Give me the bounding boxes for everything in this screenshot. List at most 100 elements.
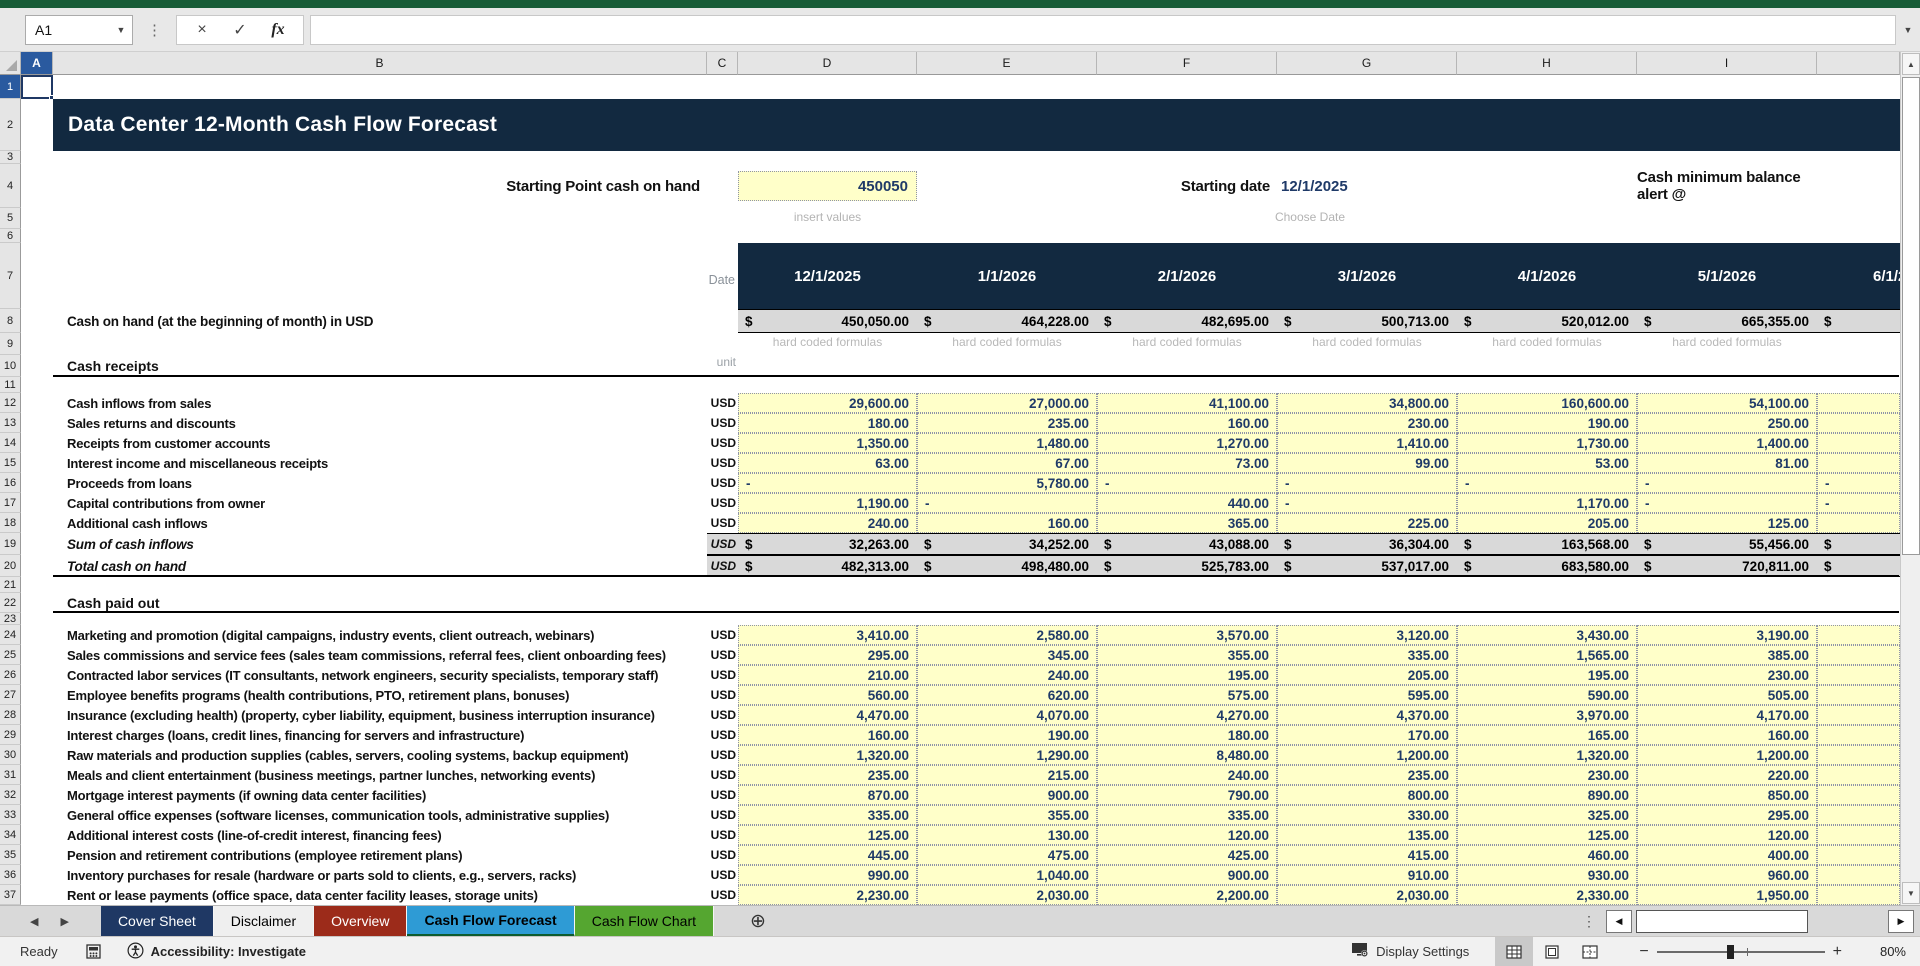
column-header-E[interactable]: E [917, 52, 1097, 75]
row-header-31[interactable]: 31 [0, 765, 21, 785]
input-cell[interactable]: - [1097, 473, 1277, 493]
input-cell[interactable]: 240.00 [738, 513, 917, 533]
input-cell[interactable]: 850.00 [1637, 785, 1817, 805]
input-cell[interactable]: 215.00 [917, 765, 1097, 785]
input-cell[interactable]: 235.00 [738, 765, 917, 785]
input-cell[interactable]: 1,200.00 [1637, 745, 1817, 765]
input-cell[interactable]: - [738, 473, 917, 493]
column-header-G[interactable]: G [1277, 52, 1457, 75]
sheet-tab-cash-flow-chart[interactable]: Cash Flow Chart [574, 905, 714, 937]
input-cell[interactable]: 4,270.00 [1097, 705, 1277, 725]
input-cell[interactable]: 63.00 [738, 453, 917, 473]
input-cell[interactable]: 330.00 [1277, 805, 1457, 825]
row-header-1[interactable]: 1 [0, 75, 21, 99]
input-cell[interactable]: - [1277, 493, 1457, 513]
input-cell[interactable]: 81.00 [1637, 453, 1817, 473]
input-cell[interactable]: 3,970.00 [1457, 705, 1637, 725]
input-cell[interactable]: 160,600.00 [1457, 393, 1637, 413]
cancel-icon[interactable]: × [183, 21, 221, 39]
input-cell[interactable]: 1,040.00 [917, 865, 1097, 885]
input-cell[interactable]: 120.00 [1637, 825, 1817, 845]
input-cell[interactable]: 235.00 [1277, 765, 1457, 785]
input-cell-partial[interactable] [1817, 513, 1900, 533]
input-cell[interactable]: 240.00 [917, 665, 1097, 685]
input-cell[interactable]: 1,565.00 [1457, 645, 1637, 665]
input-cell[interactable]: - [917, 493, 1097, 513]
input-cell-partial[interactable] [1817, 685, 1900, 705]
input-cell[interactable]: 3,410.00 [738, 625, 917, 645]
input-cell[interactable]: 8,480.00 [1097, 745, 1277, 765]
input-cell[interactable]: 355.00 [917, 805, 1097, 825]
input-cell[interactable]: 595.00 [1277, 685, 1457, 705]
input-cell[interactable]: 165.00 [1457, 725, 1637, 745]
vertical-scrollbar[interactable]: ▲ ▼ [1900, 52, 1920, 905]
input-cell[interactable]: 2,580.00 [917, 625, 1097, 645]
tab-nav-left-icon[interactable]: ◀ [30, 915, 38, 928]
input-cell[interactable]: 345.00 [917, 645, 1097, 665]
input-cell[interactable]: 160.00 [1637, 725, 1817, 745]
scroll-left-icon[interactable]: ◀ [1606, 910, 1632, 933]
input-cell[interactable]: 800.00 [1277, 785, 1457, 805]
sheet-tab-disclaimer[interactable]: Disclaimer [213, 905, 315, 937]
input-cell[interactable]: 4,470.00 [738, 705, 917, 725]
input-cell[interactable]: 54,100.00 [1637, 393, 1817, 413]
formula-input[interactable] [310, 14, 1896, 45]
input-cell-partial[interactable] [1817, 433, 1900, 453]
input-cell[interactable]: 220.00 [1637, 765, 1817, 785]
input-cell[interactable]: 73.00 [1097, 453, 1277, 473]
select-all-corner[interactable] [0, 52, 21, 75]
input-cell[interactable]: 365.00 [1097, 513, 1277, 533]
row-header-18[interactable]: 18 [0, 513, 21, 533]
input-cell[interactable]: 505.00 [1637, 685, 1817, 705]
zoom-slider-thumb[interactable] [1727, 944, 1735, 959]
formula-bar-expand-icon[interactable]: ▼ [1896, 25, 1920, 35]
formula-bar-handle-icon[interactable]: ⋮ [147, 21, 162, 39]
input-cell[interactable]: 2,230.00 [738, 885, 917, 905]
input-cell[interactable]: 900.00 [1097, 865, 1277, 885]
input-cell[interactable]: 1,320.00 [1457, 745, 1637, 765]
column-header-I[interactable]: I [1637, 52, 1817, 75]
zoom-out-icon[interactable]: − [1631, 943, 1656, 961]
input-cell-partial[interactable] [1817, 665, 1900, 685]
input-cell[interactable]: 870.00 [738, 785, 917, 805]
row-header-20[interactable]: 20 [0, 555, 21, 577]
name-box[interactable]: A1 ▼ [25, 14, 133, 45]
row-header-5[interactable]: 5 [0, 208, 21, 229]
input-cell[interactable]: 2,030.00 [917, 885, 1097, 905]
sheet-tab-cash-flow-forecast[interactable]: Cash Flow Forecast [407, 905, 575, 937]
input-cell[interactable]: 1,170.00 [1457, 493, 1637, 513]
input-cell[interactable]: 415.00 [1277, 845, 1457, 865]
input-cell[interactable]: 160.00 [738, 725, 917, 745]
input-cell[interactable]: 1,190.00 [738, 493, 917, 513]
starting-cash-input[interactable]: 450050 [738, 171, 917, 201]
row-header-30[interactable]: 30 [0, 745, 21, 765]
input-cell[interactable]: 295.00 [738, 645, 917, 665]
input-cell[interactable]: 205.00 [1277, 665, 1457, 685]
row-header-27[interactable]: 27 [0, 685, 21, 705]
input-cell[interactable]: 4,170.00 [1637, 705, 1817, 725]
row-header-10[interactable]: 10 [0, 355, 21, 377]
input-cell-partial[interactable]: - [1817, 493, 1900, 513]
input-cell[interactable]: 425.00 [1097, 845, 1277, 865]
input-cell[interactable]: 575.00 [1097, 685, 1277, 705]
input-cell[interactable]: 29,600.00 [738, 393, 917, 413]
scrollbar-resize-handle-icon[interactable]: ⋮ [1582, 913, 1596, 930]
tab-nav-right-icon[interactable]: ▶ [60, 915, 68, 928]
input-cell[interactable]: 400.00 [1637, 845, 1817, 865]
row-header-25[interactable]: 25 [0, 645, 21, 665]
input-cell-partial[interactable] [1817, 645, 1900, 665]
input-cell[interactable]: 560.00 [738, 685, 917, 705]
input-cell-partial[interactable] [1817, 785, 1900, 805]
normal-view-button[interactable] [1495, 936, 1534, 966]
input-cell[interactable]: 225.00 [1277, 513, 1457, 533]
input-cell[interactable]: 475.00 [917, 845, 1097, 865]
active-cell-A1[interactable] [21, 75, 54, 100]
row-header-15[interactable]: 15 [0, 453, 21, 473]
input-cell[interactable]: 190.00 [1457, 413, 1637, 433]
input-cell[interactable]: 2,330.00 [1457, 885, 1637, 905]
row-header-8[interactable]: 8 [0, 309, 21, 333]
scroll-down-icon[interactable]: ▼ [1902, 882, 1920, 904]
input-cell[interactable]: 5,780.00 [917, 473, 1097, 493]
row-header-33[interactable]: 33 [0, 805, 21, 825]
row-header-9[interactable]: 9 [0, 333, 21, 355]
